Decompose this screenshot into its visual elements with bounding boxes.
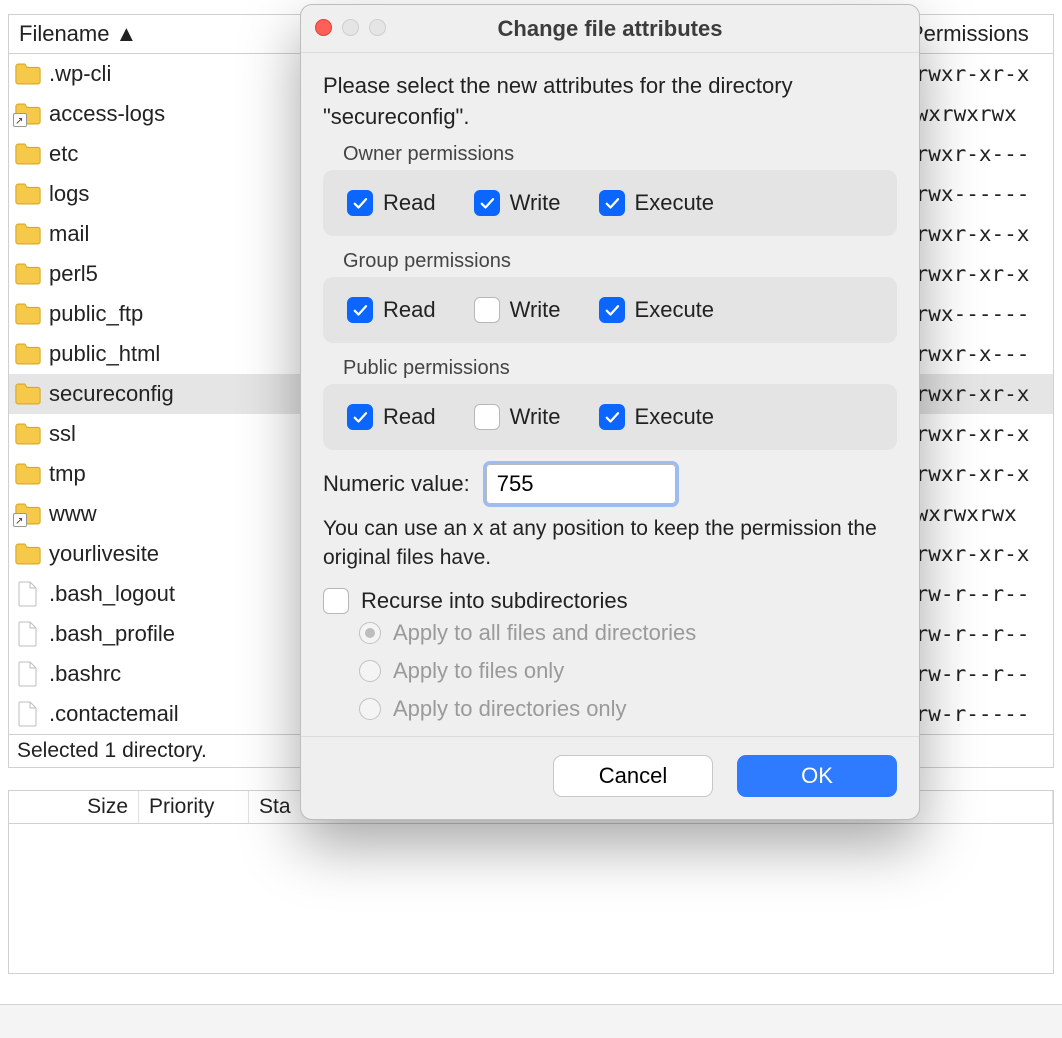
file-icon bbox=[11, 701, 45, 727]
queue-col-size[interactable]: Size bbox=[9, 791, 139, 823]
folder-icon bbox=[11, 223, 45, 245]
folder-icon bbox=[11, 63, 45, 85]
cancel-button[interactable]: Cancel bbox=[553, 755, 713, 797]
checkbox-icon[interactable] bbox=[474, 190, 500, 216]
checkbox-icon[interactable] bbox=[599, 190, 625, 216]
file-permissions: rwxrwxrwx bbox=[903, 502, 1053, 526]
owner-execute-checkbox[interactable]: Execute bbox=[599, 190, 715, 216]
public-execute-checkbox[interactable]: Execute bbox=[599, 404, 715, 430]
file-permissions: drwxr-xr-x bbox=[903, 422, 1053, 446]
file-permissions: -rw-r--r-- bbox=[903, 582, 1053, 606]
change-attributes-dialog: Change file attributes Please select the… bbox=[300, 4, 920, 820]
status-bar bbox=[0, 1004, 1062, 1038]
file-permissions: drwxr-x--- bbox=[903, 342, 1053, 366]
ok-button[interactable]: OK bbox=[737, 755, 897, 797]
minimize-icon bbox=[342, 19, 359, 36]
file-permissions: drwxr-xr-x bbox=[903, 542, 1053, 566]
owner-permissions-group: Read Write Execute bbox=[323, 170, 897, 236]
public-write-checkbox[interactable]: Write bbox=[474, 404, 561, 430]
owner-read-checkbox[interactable]: Read bbox=[347, 190, 436, 216]
folder-icon bbox=[11, 543, 45, 565]
column-filename-label: Filename bbox=[19, 21, 109, 47]
column-permissions-label: Permissions bbox=[909, 21, 1029, 46]
recurse-apply-dirs-radio: Apply to directories only bbox=[359, 696, 897, 722]
folder-icon bbox=[11, 503, 45, 525]
transfer-queue[interactable] bbox=[8, 824, 1054, 974]
checkbox-icon[interactable] bbox=[599, 297, 625, 323]
queue-col-priority[interactable]: Priority bbox=[139, 791, 249, 823]
file-permissions: drwx------ bbox=[903, 302, 1053, 326]
checkbox-icon[interactable] bbox=[599, 404, 625, 430]
file-permissions: drwx------ bbox=[903, 182, 1053, 206]
checkbox-icon[interactable] bbox=[347, 404, 373, 430]
checkbox-label: Write bbox=[510, 297, 561, 323]
group-read-checkbox[interactable]: Read bbox=[347, 297, 436, 323]
checkbox-label: Read bbox=[383, 404, 436, 430]
sort-ascending-icon: ▲ bbox=[115, 21, 137, 47]
radio-icon bbox=[359, 622, 381, 644]
group-permissions-label: Group permissions bbox=[343, 250, 897, 273]
zoom-icon bbox=[369, 19, 386, 36]
recurse-label: Recurse into subdirectories bbox=[361, 588, 628, 614]
folder-icon bbox=[11, 183, 45, 205]
checkbox-icon[interactable] bbox=[474, 404, 500, 430]
dialog-instruction: Please select the new attributes for the… bbox=[323, 71, 897, 133]
owner-permissions-label: Owner permissions bbox=[343, 143, 897, 166]
recurse-apply-all-radio: Apply to all files and directories bbox=[359, 620, 897, 646]
window-controls bbox=[315, 19, 386, 36]
group-execute-checkbox[interactable]: Execute bbox=[599, 297, 715, 323]
folder-icon bbox=[11, 383, 45, 405]
folder-icon bbox=[11, 263, 45, 285]
folder-icon bbox=[11, 343, 45, 365]
file-icon bbox=[11, 581, 45, 607]
file-permissions: drwxr-x--- bbox=[903, 142, 1053, 166]
dialog-title: Change file attributes bbox=[301, 16, 919, 42]
column-permissions[interactable]: Permissions bbox=[903, 15, 1053, 53]
public-permissions-label: Public permissions bbox=[343, 357, 897, 380]
file-permissions: rwxrwxrwx bbox=[903, 102, 1053, 126]
file-permissions: drwxr-xr-x bbox=[903, 62, 1053, 86]
group-permissions-group: Read Write Execute bbox=[323, 277, 897, 343]
numeric-hint: You can use an x at any position to keep… bbox=[323, 514, 897, 573]
checkbox-icon[interactable] bbox=[347, 297, 373, 323]
group-write-checkbox[interactable]: Write bbox=[474, 297, 561, 323]
public-read-checkbox[interactable]: Read bbox=[347, 404, 436, 430]
checkbox-label: Read bbox=[383, 297, 436, 323]
checkbox-icon[interactable] bbox=[474, 297, 500, 323]
folder-icon bbox=[11, 143, 45, 165]
checkbox-label: Execute bbox=[635, 404, 715, 430]
numeric-value-label: Numeric value: bbox=[323, 471, 470, 497]
checkbox-icon[interactable] bbox=[347, 190, 373, 216]
owner-write-checkbox[interactable]: Write bbox=[474, 190, 561, 216]
close-icon[interactable] bbox=[315, 19, 332, 36]
file-icon bbox=[11, 661, 45, 687]
checkbox-label: Write bbox=[510, 190, 561, 216]
folder-icon bbox=[11, 303, 45, 325]
numeric-value-input[interactable] bbox=[486, 464, 676, 504]
file-permissions: -rw-r--r-- bbox=[903, 662, 1053, 686]
recurse-apply-files-radio: Apply to files only bbox=[359, 658, 897, 684]
checkbox-label: Write bbox=[510, 404, 561, 430]
dialog-titlebar[interactable]: Change file attributes bbox=[301, 5, 919, 53]
checkbox-label: Read bbox=[383, 190, 436, 216]
checkbox-label: Execute bbox=[635, 297, 715, 323]
file-permissions: -rw-r--r-- bbox=[903, 622, 1053, 646]
recurse-checkbox[interactable] bbox=[323, 588, 349, 614]
file-permissions: drwxr-xr-x bbox=[903, 462, 1053, 486]
radio-icon bbox=[359, 660, 381, 682]
file-permissions: drwxr-xr-x bbox=[903, 262, 1053, 286]
folder-icon bbox=[11, 423, 45, 445]
file-permissions: -rw-r----- bbox=[903, 702, 1053, 726]
file-icon bbox=[11, 621, 45, 647]
folder-icon bbox=[11, 463, 45, 485]
file-permissions: drwxr-x--x bbox=[903, 222, 1053, 246]
public-permissions-group: Read Write Execute bbox=[323, 384, 897, 450]
radio-icon bbox=[359, 698, 381, 720]
checkbox-label: Execute bbox=[635, 190, 715, 216]
folder-icon bbox=[11, 103, 45, 125]
file-permissions: drwxr-xr-x bbox=[903, 382, 1053, 406]
